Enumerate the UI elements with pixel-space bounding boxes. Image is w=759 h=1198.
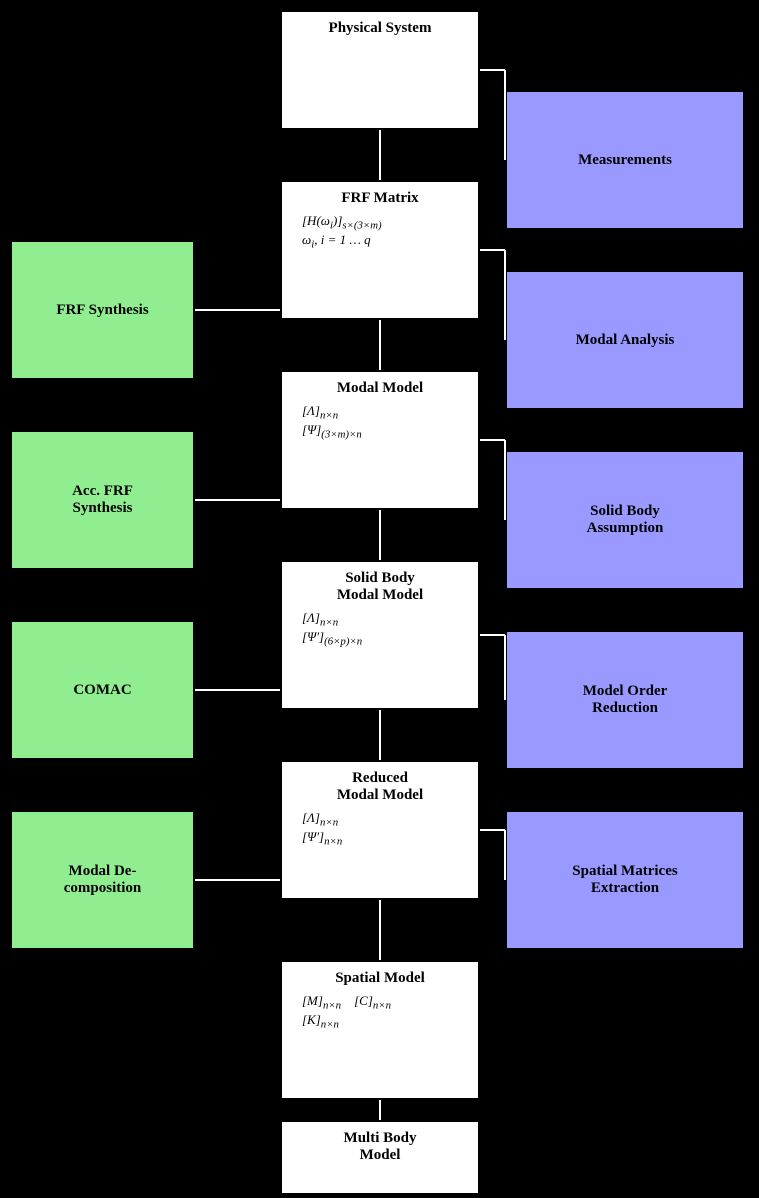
spatial-model-box: Spatial Model [M]n×n [C]n×n [K]n×n xyxy=(280,960,480,1100)
solid-body-modal-model-title: Solid BodyModal Model xyxy=(337,570,423,604)
solid-body-modal-model-box: Solid BodyModal Model [Λ]n×n [Ψ′](6×p)×n xyxy=(280,560,480,710)
modal-decomposition-box: Modal De-composition xyxy=(10,810,195,950)
physical-system-box: Physical System xyxy=(280,10,480,130)
reduced-modal-model-box: ReducedModal Model [Λ]n×n [Ψ′]n×n xyxy=(280,760,480,900)
spatial-model-math2: [K]n×n xyxy=(292,1012,468,1031)
comac-label: COMAC xyxy=(73,682,131,699)
frf-matrix-title: FRF Matrix xyxy=(341,190,418,207)
multi-body-model-title: Multi BodyModel xyxy=(344,1130,417,1164)
reduced-modal-math1: [Λ]n×n xyxy=(292,810,468,829)
frf-synthesis-box: FRF Synthesis xyxy=(10,240,195,380)
spatial-model-math1: [M]n×n [C]n×n xyxy=(292,993,468,1012)
solid-body-modal-math2: [Ψ′](6×p)×n xyxy=(292,629,468,648)
modal-model-box: Modal Model [Λ]n×n [Ψ](3×m)×n xyxy=(280,370,480,510)
measurements-box: Measurements xyxy=(505,90,745,230)
modal-model-math2: [Ψ](3×m)×n xyxy=(292,422,468,441)
solid-body-assumption-box: Solid BodyAssumption xyxy=(505,450,745,590)
frf-matrix-math1: [H(ωi)]s×(3×m) xyxy=(292,213,468,232)
modal-model-title: Modal Model xyxy=(337,380,423,397)
multi-body-model-box: Multi BodyModel xyxy=(280,1120,480,1195)
acc-frf-synthesis-label: Acc. FRFSynthesis xyxy=(72,483,133,517)
frf-matrix-box: FRF Matrix [H(ωi)]s×(3×m) ωi, i = 1 … q xyxy=(280,180,480,320)
solid-body-modal-math1: [Λ]n×n xyxy=(292,610,468,629)
measurements-label: Measurements xyxy=(578,152,672,169)
comac-box: COMAC xyxy=(10,620,195,760)
reduced-modal-model-title: ReducedModal Model xyxy=(337,770,423,804)
solid-body-assumption-label: Solid BodyAssumption xyxy=(587,503,664,537)
acc-frf-synthesis-box: Acc. FRFSynthesis xyxy=(10,430,195,570)
frf-matrix-math2: ωi, i = 1 … q xyxy=(292,232,468,251)
physical-system-title: Physical System xyxy=(329,20,432,37)
modal-analysis-box: Modal Analysis xyxy=(505,270,745,410)
modal-decomposition-label: Modal De-composition xyxy=(64,863,142,897)
spatial-model-title: Spatial Model xyxy=(335,970,425,987)
spatial-matrices-extraction-box: Spatial MatricesExtraction xyxy=(505,810,745,950)
frf-synthesis-label: FRF Synthesis xyxy=(56,302,148,319)
model-order-reduction-label: Model OrderReduction xyxy=(583,683,668,717)
spatial-matrices-extraction-label: Spatial MatricesExtraction xyxy=(572,863,677,897)
diagram-container: Physical System FRF Matrix [H(ωi)]s×(3×m… xyxy=(0,0,759,1198)
modal-analysis-label: Modal Analysis xyxy=(576,332,675,349)
reduced-modal-math2: [Ψ′]n×n xyxy=(292,829,468,848)
modal-model-math1: [Λ]n×n xyxy=(292,403,468,422)
model-order-reduction-box: Model OrderReduction xyxy=(505,630,745,770)
